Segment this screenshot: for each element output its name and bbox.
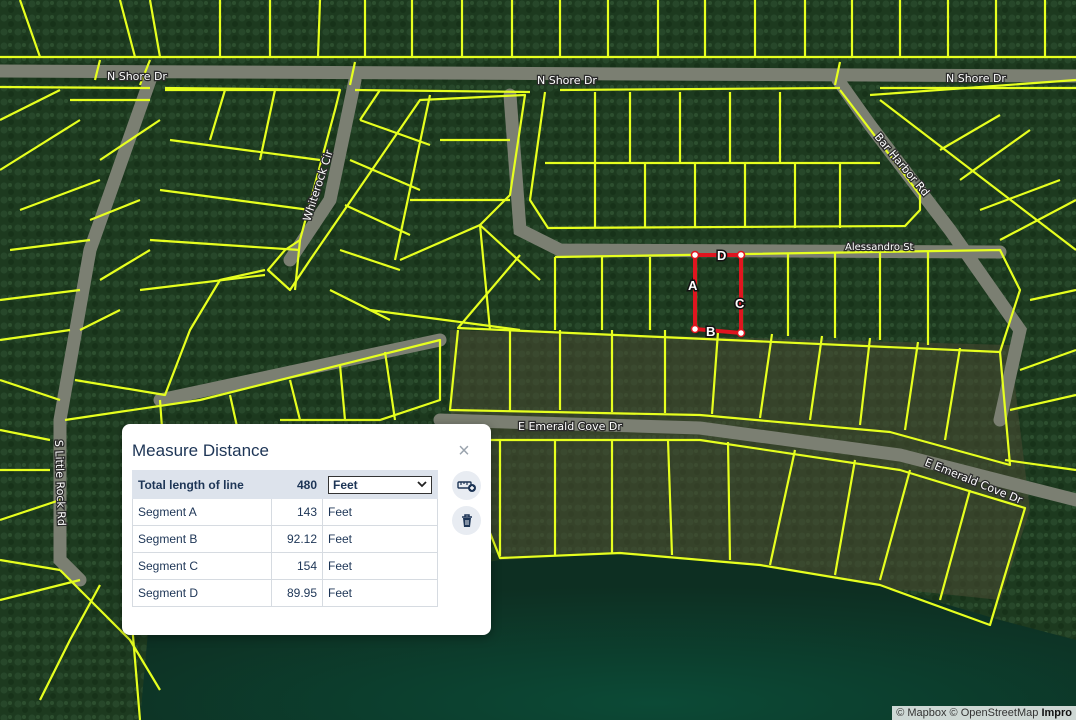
segment-unit: Feet	[322, 498, 438, 526]
attribution-improve-link[interactable]: Impro	[1041, 707, 1072, 719]
table-row: Segment C 154 Feet	[132, 552, 438, 580]
measure-vertex[interactable]	[690, 324, 700, 334]
table-row: Segment D 89.95 Feet	[132, 579, 438, 607]
delete-measurement-button[interactable]	[452, 506, 481, 535]
segment-label: Segment A	[132, 498, 272, 526]
segment-label-a: A	[688, 278, 698, 293]
unit-select-value: Feet	[333, 477, 358, 492]
segment-unit: Feet	[322, 552, 438, 580]
map-attribution: © Mapbox © OpenStreetMap Impro	[892, 706, 1076, 720]
add-measurement-button[interactable]	[452, 471, 481, 500]
road-label-n-shore-3: N Shore Dr	[946, 72, 1006, 85]
segment-value: 154	[271, 552, 323, 580]
attribution-mapbox-link[interactable]: © Mapbox	[896, 707, 946, 719]
road-label-alessandro-st: Alessandro St	[845, 242, 914, 253]
segment-label-c: C	[735, 296, 745, 311]
segment-unit: Feet	[322, 579, 438, 607]
unit-select-cell: Feet	[322, 470, 438, 499]
segment-value: 89.95	[271, 579, 323, 607]
segment-value: 92.12	[271, 525, 323, 553]
chevron-down-icon	[417, 481, 427, 488]
road-label-e-emerald-1: E Emerald Cove Dr	[518, 420, 622, 433]
unit-select[interactable]: Feet	[328, 475, 432, 494]
measure-vertex[interactable]	[736, 328, 746, 338]
total-label: Total length of line	[132, 470, 272, 499]
total-value: 480	[271, 470, 323, 499]
measure-distance-panel: Measure Distance × Total length of line …	[122, 424, 491, 635]
segment-label-d: D	[717, 248, 726, 263]
segment-label: Segment D	[132, 579, 272, 607]
segment-label: Segment C	[132, 552, 272, 580]
close-icon[interactable]: ×	[456, 441, 472, 461]
attribution-osm-link[interactable]: © OpenStreetMap	[950, 707, 1039, 719]
segment-unit: Feet	[322, 525, 438, 553]
panel-title: Measure Distance	[132, 441, 270, 460]
add-measurement-icon	[456, 480, 476, 492]
segment-label-b: B	[706, 324, 715, 339]
road-label-n-shore-1: N Shore Dr	[107, 70, 167, 83]
measure-vertex[interactable]	[690, 250, 700, 260]
table-row: Segment B 92.12 Feet	[132, 525, 438, 553]
table-row: Segment A 143 Feet	[132, 498, 438, 526]
segment-label: Segment B	[132, 525, 272, 553]
total-row: Total length of line 480 Feet	[132, 470, 438, 499]
segment-value: 143	[271, 498, 323, 526]
measure-table: Total length of line 480 Feet Segment A …	[132, 470, 438, 607]
trash-icon	[461, 513, 472, 527]
measure-vertex[interactable]	[736, 250, 746, 260]
road-label-n-shore-2: N Shore Dr	[537, 74, 597, 87]
